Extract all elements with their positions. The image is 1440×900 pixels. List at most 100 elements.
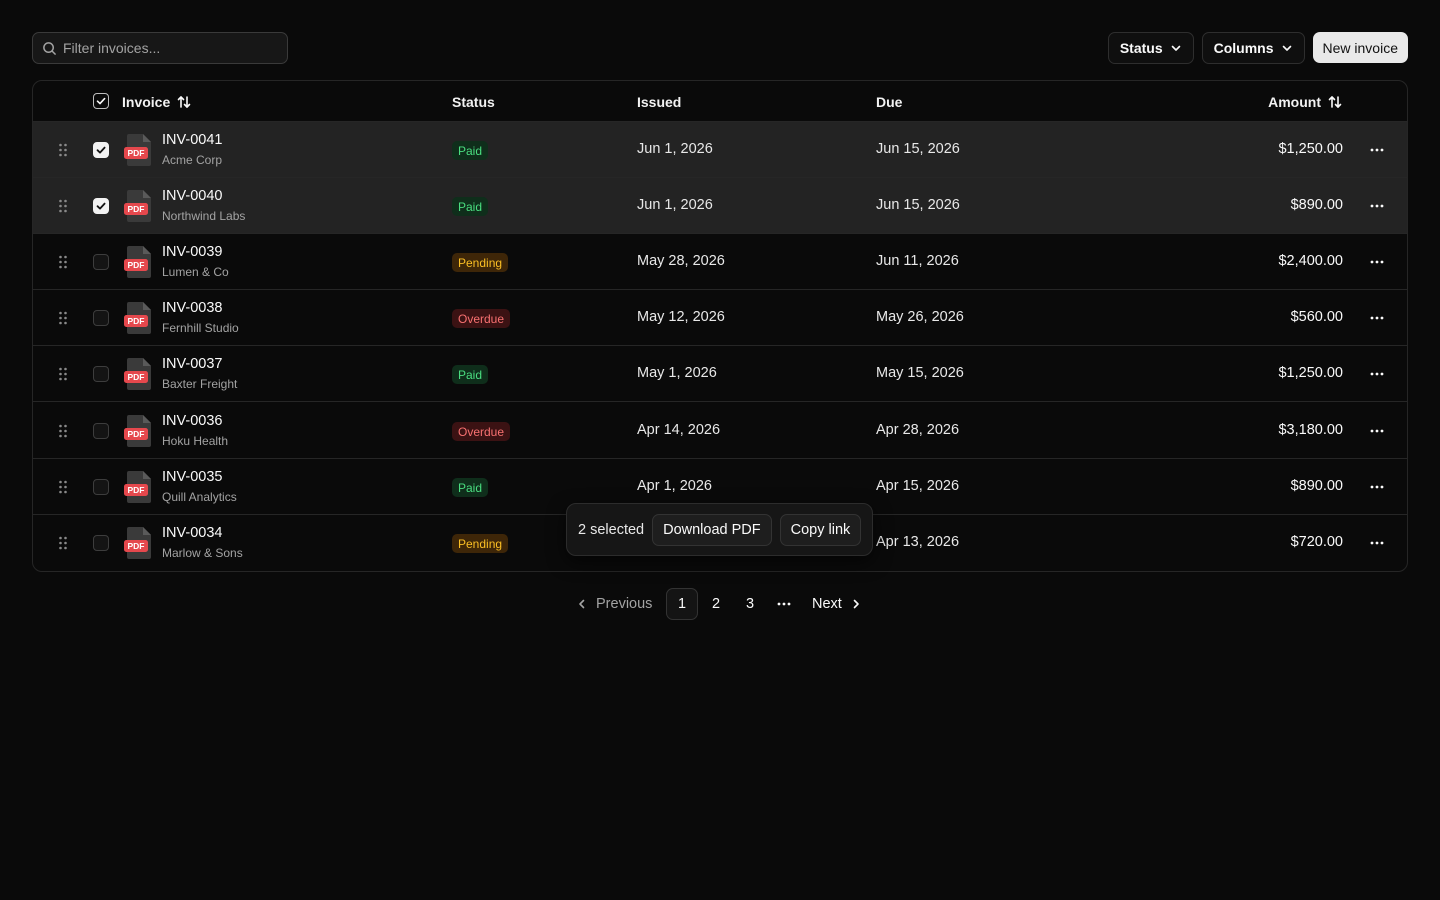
pdf-file-icon: PDF bbox=[124, 527, 151, 559]
header-amount-label: Amount bbox=[1268, 93, 1321, 110]
drag-handle-icon[interactable] bbox=[57, 366, 69, 382]
invoice-client: Baxter Freight bbox=[162, 377, 238, 391]
drag-handle-icon[interactable] bbox=[57, 423, 69, 439]
row-checkbox[interactable] bbox=[93, 198, 109, 214]
due-date: Jun 11, 2026 bbox=[876, 253, 959, 269]
download-pdf-button[interactable]: Download PDF bbox=[652, 513, 772, 546]
invoice-amount: $1,250.00 bbox=[1278, 141, 1343, 157]
page-2-button[interactable]: 2 bbox=[700, 588, 732, 620]
sort-icon bbox=[177, 95, 191, 108]
pdf-icon-text: PDF bbox=[128, 541, 145, 551]
table-row[interactable]: PDF INV-0040 Northwind Labs Paid Jun 1, … bbox=[33, 178, 1407, 234]
invoice-id[interactable]: INV-0034 bbox=[162, 525, 222, 541]
invoice-id[interactable]: INV-0035 bbox=[162, 469, 222, 485]
header-invoice[interactable]: Invoice bbox=[122, 81, 192, 122]
header-due-label: Due bbox=[876, 93, 903, 110]
table-row[interactable]: PDF INV-0041 Acme Corp Paid Jun 1, 2026 … bbox=[33, 122, 1407, 178]
check-icon bbox=[96, 97, 106, 105]
columns-button[interactable]: Columns bbox=[1201, 32, 1305, 64]
status-badge: Paid bbox=[452, 197, 489, 216]
toolbar: Status Columns New invoice bbox=[32, 32, 1408, 64]
invoice-amount: $1,250.00 bbox=[1278, 365, 1343, 381]
due-date: Apr 15, 2026 bbox=[876, 478, 960, 494]
drag-handle-icon[interactable] bbox=[57, 198, 69, 214]
invoice-id[interactable]: INV-0038 bbox=[162, 300, 222, 316]
invoice-amount: $890.00 bbox=[1290, 478, 1343, 494]
invoice-client: Acme Corp bbox=[162, 153, 223, 167]
invoice-amount: $3,180.00 bbox=[1278, 422, 1343, 438]
row-checkbox[interactable] bbox=[93, 423, 109, 439]
select-all-checkbox[interactable] bbox=[93, 93, 109, 109]
row-checkbox[interactable] bbox=[93, 366, 109, 382]
previous-page-button[interactable]: Previous bbox=[576, 588, 652, 620]
row-actions-button[interactable] bbox=[1366, 366, 1388, 382]
header-invoice-label: Invoice bbox=[122, 93, 171, 110]
invoice-id[interactable]: INV-0036 bbox=[162, 413, 222, 429]
invoice-amount: $720.00 bbox=[1290, 534, 1343, 550]
row-actions-button[interactable] bbox=[1366, 310, 1388, 326]
more-horizontal-icon bbox=[1370, 372, 1384, 376]
pdf-icon-text: PDF bbox=[128, 372, 145, 382]
table-header: Invoice Status Issued Due Amount bbox=[33, 81, 1407, 122]
table-row[interactable]: PDF INV-0039 Lumen & Co Pending May 28, … bbox=[33, 234, 1407, 290]
table-row[interactable]: PDF INV-0036 Hoku Health Overdue Apr 14,… bbox=[33, 403, 1407, 459]
status-filter-button[interactable]: Status bbox=[1107, 32, 1194, 64]
drag-handle-icon[interactable] bbox=[57, 310, 69, 326]
row-actions-button[interactable] bbox=[1366, 535, 1388, 551]
pdf-icon-text: PDF bbox=[128, 485, 145, 495]
search-input[interactable] bbox=[63, 34, 287, 62]
header-amount[interactable]: Amount bbox=[1268, 81, 1343, 122]
row-actions-button[interactable] bbox=[1366, 142, 1388, 158]
drag-handle-icon[interactable] bbox=[57, 479, 69, 495]
row-actions-button[interactable] bbox=[1366, 198, 1388, 214]
row-checkbox[interactable] bbox=[93, 535, 109, 551]
invoice-id[interactable]: INV-0041 bbox=[162, 132, 222, 148]
pagination: Previous 1 2 3 Next bbox=[570, 588, 870, 620]
page-1-button[interactable]: 1 bbox=[666, 588, 698, 620]
row-checkbox[interactable] bbox=[93, 479, 109, 495]
new-invoice-button[interactable]: New invoice bbox=[1312, 32, 1408, 63]
row-checkbox[interactable] bbox=[93, 254, 109, 270]
drag-handle-icon[interactable] bbox=[57, 254, 69, 270]
invoice-amount: $560.00 bbox=[1290, 309, 1343, 325]
page-3-button[interactable]: 3 bbox=[734, 588, 766, 620]
table-row[interactable]: PDF INV-0038 Fernhill Studio Overdue May… bbox=[33, 290, 1407, 346]
table-row[interactable]: PDF INV-0037 Baxter Freight Paid May 1, … bbox=[33, 346, 1407, 402]
drag-handle-icon[interactable] bbox=[57, 142, 69, 158]
previous-label: Previous bbox=[596, 596, 653, 612]
invoice-id[interactable]: INV-0040 bbox=[162, 188, 222, 204]
search-box[interactable] bbox=[32, 32, 288, 64]
next-page-button[interactable]: Next bbox=[812, 588, 862, 620]
invoice-id[interactable]: INV-0039 bbox=[162, 244, 222, 260]
columns-label: Columns bbox=[1213, 40, 1274, 56]
pdf-icon-text: PDF bbox=[128, 260, 145, 270]
row-checkbox[interactable] bbox=[93, 142, 109, 158]
more-pages-icon bbox=[768, 588, 800, 620]
status-badge: Overdue bbox=[452, 422, 511, 441]
header-issued: Issued bbox=[637, 81, 681, 122]
invoice-id[interactable]: INV-0037 bbox=[162, 356, 222, 372]
header-status: Status bbox=[452, 81, 495, 122]
row-actions-button[interactable] bbox=[1366, 423, 1388, 439]
issued-date: Jun 1, 2026 bbox=[637, 141, 713, 157]
issued-date: Apr 14, 2026 bbox=[637, 422, 721, 438]
more-horizontal-icon bbox=[1370, 316, 1384, 320]
row-actions-button[interactable] bbox=[1366, 479, 1388, 495]
header-due: Due bbox=[876, 81, 902, 122]
pdf-icon-text: PDF bbox=[128, 148, 145, 158]
next-label: Next bbox=[812, 596, 842, 612]
chevron-right-icon bbox=[853, 599, 859, 609]
invoice-client: Lumen & Co bbox=[162, 265, 229, 279]
drag-handle-icon[interactable] bbox=[57, 535, 69, 551]
more-horizontal-icon bbox=[1370, 485, 1384, 489]
invoice-amount: $2,400.00 bbox=[1278, 253, 1343, 269]
pdf-file-icon: PDF bbox=[124, 415, 151, 447]
due-date: May 15, 2026 bbox=[876, 365, 964, 381]
row-checkbox[interactable] bbox=[93, 310, 109, 326]
row-actions-button[interactable] bbox=[1366, 254, 1388, 270]
due-date: Apr 13, 2026 bbox=[876, 534, 960, 550]
more-horizontal-icon bbox=[1370, 148, 1384, 152]
pdf-icon-text: PDF bbox=[128, 429, 145, 439]
chevron-left-icon bbox=[579, 599, 585, 609]
copy-link-button[interactable]: Copy link bbox=[779, 513, 862, 546]
